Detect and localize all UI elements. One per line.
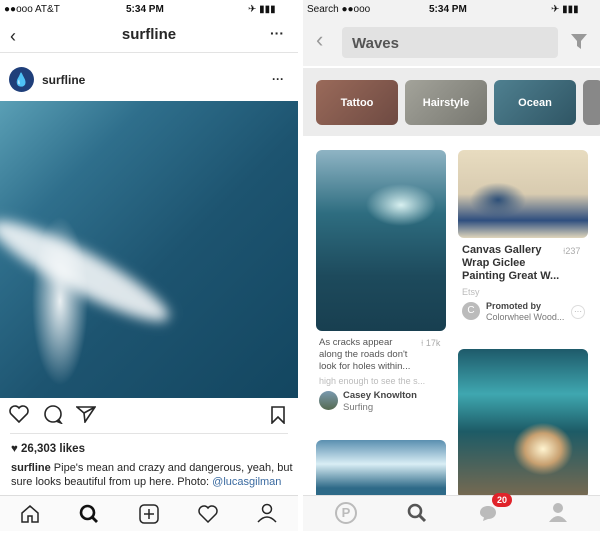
pin-options-icon[interactable]: ···	[571, 305, 585, 319]
pin-source[interactable]: Etsy	[462, 286, 480, 298]
back-icon[interactable]: ‹	[316, 27, 323, 53]
pinterest-screen: Search ●●ooo 5:34 PM ✈ ▮▮▮ ‹ Waves Tatto…	[303, 0, 600, 541]
pin-description: As cracks appear along the roads don't l…	[319, 337, 411, 372]
time: 5:34 PM	[429, 4, 467, 15]
search-icon[interactable]	[79, 504, 99, 524]
time: 5:34 PM	[126, 4, 164, 15]
pin-saves: ⍿ 17k	[421, 338, 441, 348]
home-pinterest-icon[interactable]: P	[335, 502, 357, 524]
profile-icon[interactable]	[257, 503, 277, 523]
instagram-screen: ●●ooo AT&T 5:34 PM ✈ ▮▮▮ ‹ surfline ··· …	[0, 0, 298, 541]
profile-icon[interactable]	[549, 502, 567, 522]
pin-image[interactable]	[316, 150, 446, 331]
like-icon[interactable]	[9, 405, 29, 423]
divider	[0, 52, 298, 53]
category-more[interactable]	[583, 80, 600, 125]
add-post-icon[interactable]	[139, 504, 159, 524]
caption: surfline Pipe's mean and crazy and dange…	[11, 461, 293, 489]
pin-saves-count: 237	[565, 246, 581, 256]
comment-icon[interactable]	[43, 405, 63, 424]
carrier: ●●ooo AT&T	[4, 4, 60, 15]
post-username[interactable]: surfline	[42, 73, 85, 87]
likes-text: 26,303 likes	[21, 443, 85, 455]
status-bar: Search ●●ooo 5:34 PM ✈ ▮▮▮	[303, 0, 600, 18]
search-input[interactable]: Waves	[342, 27, 558, 58]
pin-title[interactable]: Canvas Gallery Wrap Giclee Painting Grea…	[462, 244, 567, 283]
pin-image[interactable]	[458, 150, 588, 238]
search-icon[interactable]	[407, 503, 427, 523]
promoter-name[interactable]: Colorwheel Wood...	[486, 311, 564, 323]
category-tattoo[interactable]: Tattoo	[316, 80, 398, 125]
category-ocean[interactable]: Ocean	[494, 80, 576, 125]
carrier[interactable]: Search ●●ooo	[307, 4, 370, 15]
pin-image[interactable]	[316, 440, 446, 500]
bottom-nav: P 20	[303, 493, 600, 531]
status-bar: ●●ooo AT&T 5:34 PM ✈ ▮▮▮	[0, 0, 298, 18]
share-icon[interactable]	[76, 405, 96, 423]
post-image[interactable]	[0, 101, 298, 398]
caption-username[interactable]: surfline	[11, 462, 51, 474]
pin-board[interactable]: Surfing	[343, 402, 373, 414]
post-options-icon[interactable]: ···	[272, 72, 284, 86]
pin-saves: ⍿237	[563, 246, 581, 256]
promoter-avatar[interactable]: C	[462, 302, 480, 320]
avatar[interactable]: 💧	[9, 67, 34, 92]
more-icon[interactable]: ···	[270, 25, 284, 41]
author-avatar[interactable]	[319, 391, 338, 410]
category-hairstyle[interactable]: Hairstyle	[405, 80, 487, 125]
pin-author[interactable]: Casey Knowlton	[343, 390, 417, 402]
bookmark-icon[interactable]	[271, 406, 285, 424]
page-title: surfline	[121, 26, 177, 43]
caption-mention[interactable]: @lucasgilman	[212, 476, 281, 488]
pin-saves-count: 17k	[425, 338, 441, 348]
search-bar: ‹ Waves	[303, 18, 600, 66]
notification-badge: 20	[492, 493, 512, 507]
pin-image[interactable]	[458, 349, 588, 499]
pin-extra: high enough to see the s...	[319, 376, 426, 386]
battery-icon: ✈ ▮▮▮	[248, 4, 276, 15]
filter-icon[interactable]	[571, 34, 587, 49]
divider	[10, 433, 288, 434]
home-icon[interactable]	[20, 504, 40, 523]
battery-icon: ✈ ▮▮▮	[551, 4, 579, 15]
category-carousel: Tattoo Hairstyle Ocean	[303, 68, 600, 136]
messages-icon[interactable]	[479, 505, 497, 521]
tab-bar	[0, 495, 298, 531]
likes-count[interactable]: ♥ 26,303 likes	[11, 443, 85, 455]
activity-icon[interactable]	[198, 505, 218, 523]
